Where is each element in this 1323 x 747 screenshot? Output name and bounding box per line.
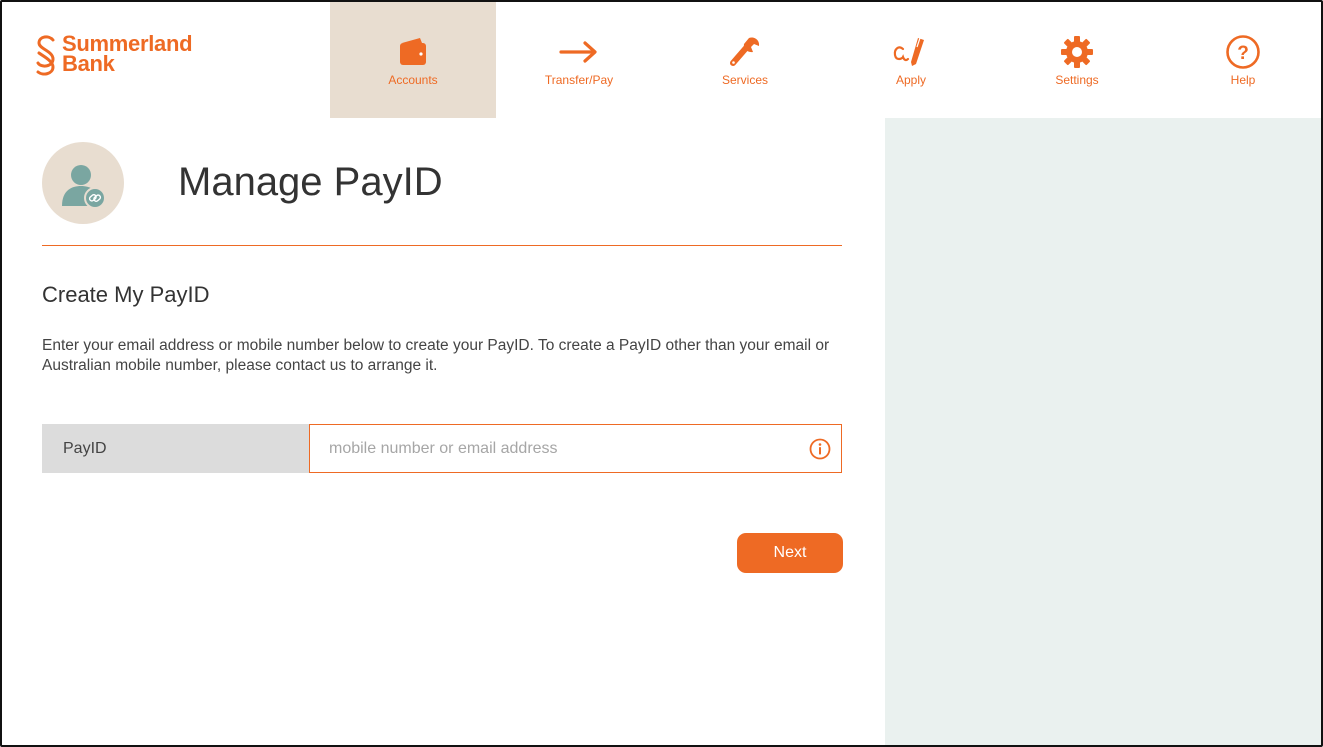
help-circle-icon: ? — [1225, 34, 1261, 70]
nav-item-accounts[interactable]: Accounts — [330, 2, 496, 118]
nav-item-transfer-pay[interactable]: Transfer/Pay — [496, 2, 662, 118]
gear-icon — [1060, 34, 1094, 70]
nav-label-transfer-pay: Transfer/Pay — [544, 73, 614, 87]
brand-name: Summerland Bank — [62, 33, 193, 76]
signature-pen-icon — [891, 34, 931, 70]
payid-label: PayID — [42, 424, 309, 473]
nav-item-services[interactable]: Services — [662, 2, 828, 118]
info-icon[interactable] — [809, 438, 831, 460]
wallet-icon — [396, 34, 430, 70]
brand-name-line2: Bank — [62, 51, 115, 76]
wrench-icon — [728, 34, 762, 70]
nav-label-help: Help — [1230, 73, 1256, 87]
payid-input-wrapper — [309, 424, 842, 473]
title-divider — [42, 245, 842, 246]
summerland-s-icon — [36, 35, 55, 76]
side-panel — [885, 118, 1321, 745]
top-header: Summerland Bank Accounts Transfer/Pay Se… — [2, 2, 1321, 118]
next-button[interactable]: Next — [737, 533, 843, 573]
nav-label-accounts: Accounts — [388, 73, 438, 87]
payid-field-row: PayID — [42, 424, 842, 473]
nav-label-settings: Settings — [1055, 73, 1099, 87]
section-title: Create My PayID — [42, 282, 210, 307]
nav-item-help[interactable]: ? Help — [1160, 2, 1321, 118]
nav-item-apply[interactable]: Apply — [828, 2, 994, 118]
payid-input[interactable] — [310, 425, 841, 472]
user-link-icon — [42, 142, 124, 224]
intro-text: Enter your email address or mobile numbe… — [42, 337, 830, 374]
app-window: Summerland Bank Accounts Transfer/Pay Se… — [0, 0, 1323, 747]
brand-logo[interactable]: Summerland Bank — [34, 33, 193, 78]
nav-item-settings[interactable]: Settings — [994, 2, 1160, 118]
arrow-right-icon — [559, 34, 599, 70]
nav-label-services: Services — [721, 73, 768, 87]
svg-text:?: ? — [1237, 43, 1249, 64]
main-nav: Accounts Transfer/Pay Services Apply Set… — [330, 2, 1321, 118]
page-title: Manage PayID — [178, 160, 443, 204]
nav-label-apply: Apply — [895, 73, 927, 87]
